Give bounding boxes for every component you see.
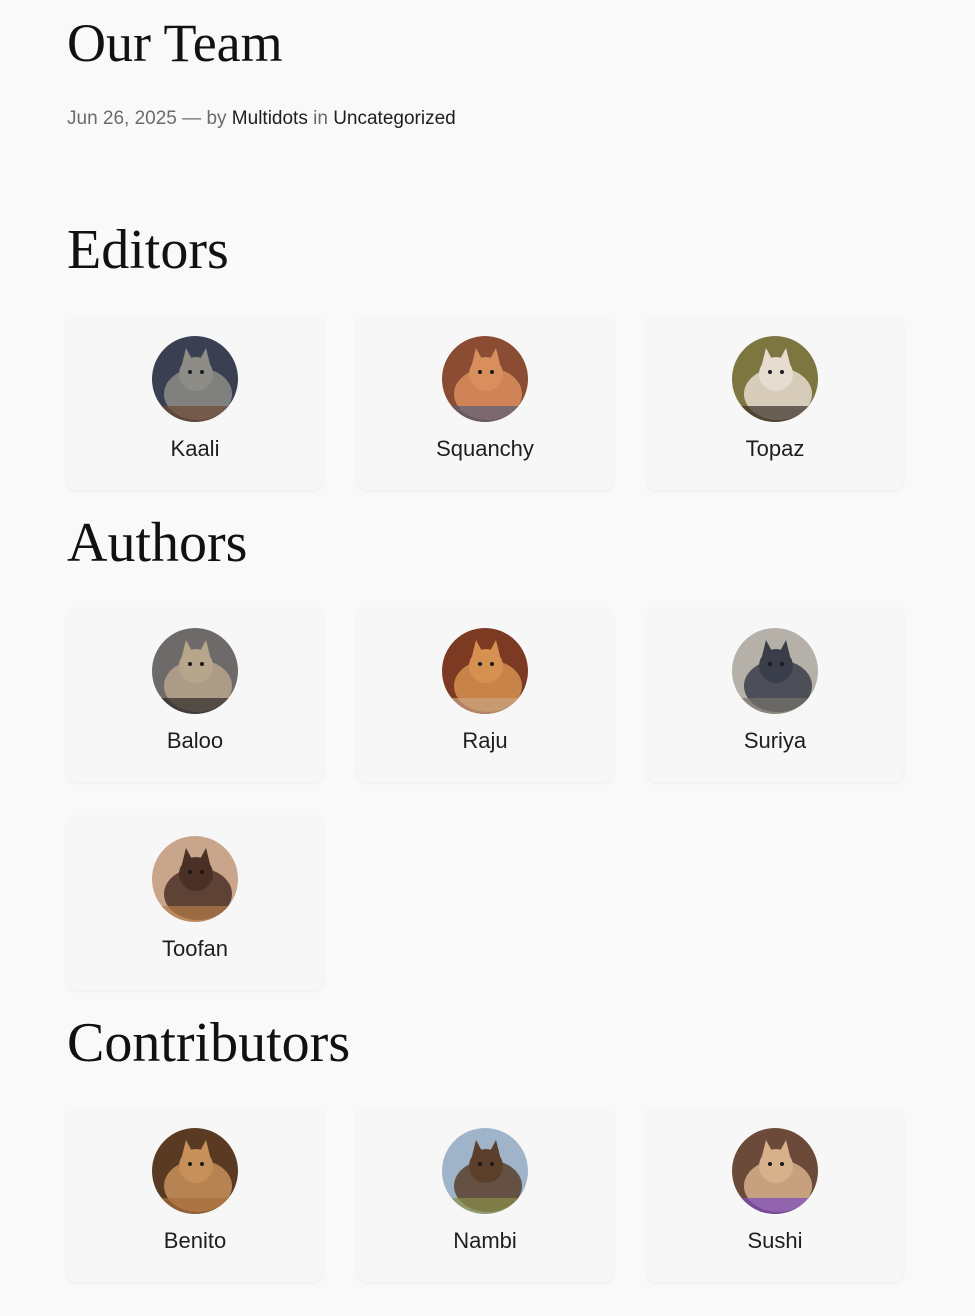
member-name: Nambi bbox=[453, 1228, 517, 1253]
team-card-nambi: Nambi bbox=[357, 1108, 613, 1282]
team-card-raju: Raju bbox=[357, 608, 613, 782]
member-name: Topaz bbox=[745, 436, 805, 461]
team-card-baloo: Baloo bbox=[67, 608, 323, 782]
team-card-squanchy: Squanchy bbox=[357, 316, 613, 490]
section-title-authors: Authors bbox=[67, 512, 248, 574]
by-label: by bbox=[206, 108, 227, 129]
team-card-sushi: Sushi bbox=[647, 1108, 903, 1282]
section-title-contributors: Contributors bbox=[67, 1012, 351, 1074]
post-category-link[interactable]: Uncategorized bbox=[333, 108, 456, 129]
avatar-baloo bbox=[152, 628, 238, 714]
avatar-suriya bbox=[732, 628, 818, 714]
brown-dog-photo-icon bbox=[152, 1128, 238, 1214]
avatar-benito bbox=[152, 1128, 238, 1214]
avatar-nambi bbox=[442, 1128, 528, 1214]
member-name: Squanchy bbox=[436, 436, 534, 461]
team-card-suriya: Suriya bbox=[647, 608, 903, 782]
avatar-topaz bbox=[732, 336, 818, 422]
member-name: Raju bbox=[462, 728, 508, 753]
avatar-kaali bbox=[152, 336, 238, 422]
member-name: Suriya bbox=[743, 728, 807, 753]
post-meta: Jun 26, 2025 — by Multidots in Uncategor… bbox=[67, 108, 456, 130]
meta-separator: — bbox=[182, 108, 202, 129]
avatar-sushi bbox=[732, 1128, 818, 1214]
page-title: Our Team bbox=[67, 13, 283, 73]
avatar-raju bbox=[442, 628, 528, 714]
black-cat-photo-icon bbox=[152, 336, 238, 422]
section-title-editors: Editors bbox=[67, 219, 229, 281]
avatar-toofan bbox=[152, 836, 238, 922]
team-card-kaali: Kaali bbox=[67, 316, 323, 490]
team-card-benito: Benito bbox=[67, 1108, 323, 1282]
member-name: Kaali bbox=[170, 436, 220, 461]
in-label: in bbox=[313, 108, 328, 129]
white-dog-photo-icon bbox=[732, 336, 818, 422]
member-name: Baloo bbox=[166, 728, 224, 753]
gray-cat-photo-icon bbox=[732, 628, 818, 714]
orange-cat-photo-icon bbox=[442, 336, 528, 422]
team-card-toofan: Toofan bbox=[67, 816, 323, 990]
member-name: Toofan bbox=[161, 936, 229, 961]
calico-cat-photo-icon bbox=[732, 1128, 818, 1214]
post-author-link[interactable]: Multidots bbox=[232, 108, 308, 129]
member-name: Benito bbox=[163, 1228, 227, 1253]
avatar-squanchy bbox=[442, 336, 528, 422]
team-card-topaz: Topaz bbox=[647, 316, 903, 490]
shepherd-dog-photo-icon bbox=[442, 1128, 528, 1214]
member-name: Sushi bbox=[747, 1228, 803, 1253]
tabby-cat-photo-icon bbox=[152, 628, 238, 714]
post-date[interactable]: Jun 26, 2025 bbox=[67, 108, 177, 129]
kitten-photo-icon bbox=[152, 836, 238, 922]
ginger-cat-photo-icon bbox=[442, 628, 528, 714]
